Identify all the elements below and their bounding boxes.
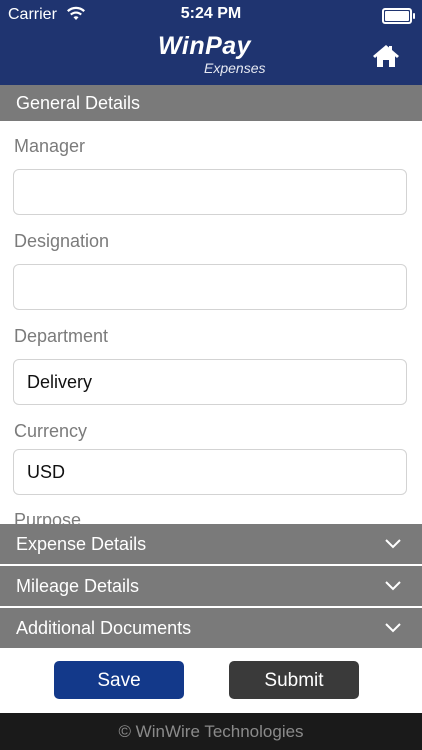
designation-input[interactable] xyxy=(13,264,407,310)
save-button[interactable]: Save xyxy=(54,661,184,699)
action-bar: Save Submit xyxy=(0,648,422,714)
app-header: Carrier 5:24 PM WinPay Expenses xyxy=(0,0,422,85)
manager-label: Manager xyxy=(14,136,86,156)
winpay-logo: WinPay Expenses xyxy=(158,32,278,78)
department-label: Department xyxy=(14,326,109,346)
status-time: 5:24 PM xyxy=(180,5,242,22)
general-details-header[interactable]: General Details xyxy=(0,85,422,121)
manager-input[interactable] xyxy=(13,169,407,215)
general-details-title: General Details xyxy=(16,93,141,113)
copyright-footer: © WinWire Technologies xyxy=(0,713,422,750)
home-icon[interactable] xyxy=(372,43,400,69)
general-details-form: Manager Designation Department Delivery … xyxy=(0,120,422,524)
mileage-details-header[interactable]: Mileage Details xyxy=(0,566,422,606)
chevron-down-icon xyxy=(385,623,401,633)
expense-details-title: Expense Details xyxy=(16,534,147,554)
mileage-details-title: Mileage Details xyxy=(16,576,140,596)
logo-name: WinPay xyxy=(158,32,252,60)
logo-subtitle: Expenses xyxy=(204,60,266,76)
department-input[interactable]: Delivery xyxy=(13,359,407,405)
currency-label: Currency xyxy=(14,421,88,441)
purpose-label: Purpose xyxy=(14,510,82,524)
battery-icon xyxy=(382,8,415,24)
additional-documents-title: Additional Documents xyxy=(16,618,192,638)
chevron-down-icon xyxy=(385,539,401,549)
designation-label: Designation xyxy=(14,231,110,251)
additional-documents-header[interactable]: Additional Documents xyxy=(0,608,422,648)
status-bar: Carrier 5:24 PM xyxy=(0,0,422,30)
expense-details-header[interactable]: Expense Details xyxy=(0,524,422,564)
chevron-down-icon xyxy=(385,581,401,591)
submit-button[interactable]: Submit xyxy=(229,661,359,699)
currency-input[interactable]: USD xyxy=(13,449,407,495)
